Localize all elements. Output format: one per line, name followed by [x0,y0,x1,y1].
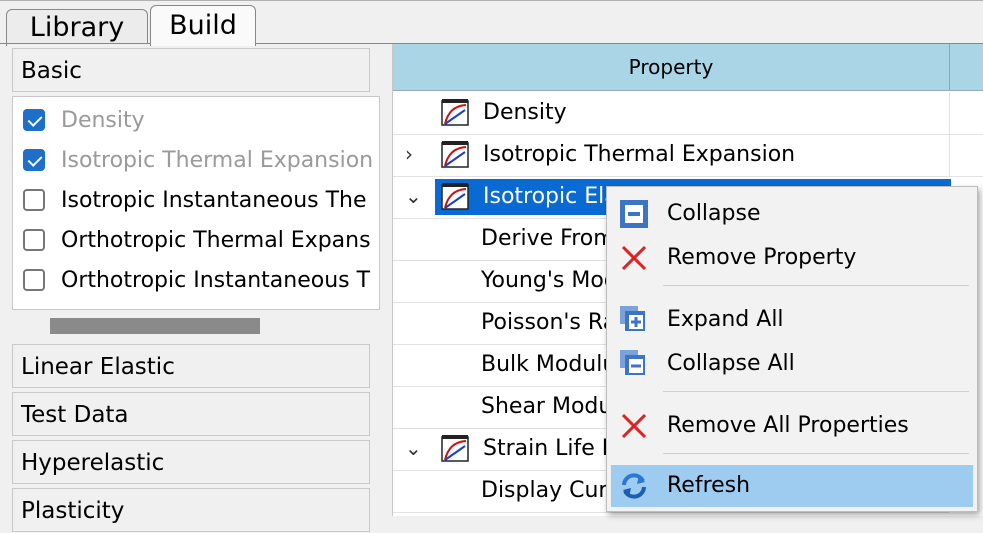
checkbox[interactable] [23,109,45,131]
remove-x-icon [621,245,647,271]
list-item-label: Orthotropic Instantaneous T [61,268,371,293]
category-hyperelastic[interactable]: Hyperelastic [12,440,370,484]
list-item-orthotropic-thermal[interactable]: Orthotropic Thermal Expans [13,221,379,261]
tree-row-label: Young's Mod [481,268,618,293]
tab-library[interactable]: Library [6,9,148,46]
tree-row-label: Bulk Modulu [481,352,617,377]
tree-row-density[interactable]: Density [393,92,949,135]
category-plasticity[interactable]: Plasticity [12,488,370,532]
tab-build[interactable]: Build [150,5,256,46]
menu-item-label: Refresh [667,473,751,498]
menu-item-label: Expand All [667,307,784,332]
menu-item-remove-all-properties[interactable]: Remove All Properties [611,405,973,447]
list-item-label: Density [61,108,145,133]
list-item-label: Orthotropic Thermal Expans [61,228,371,253]
tree-row-label: Poisson's Ra [481,310,617,335]
menu-item-collapse-all[interactable]: Collapse All [611,343,973,385]
expand-all-icon [620,306,645,331]
toolbox-panel: Basic Density Isotropic Thermal Expansio… [8,44,382,532]
menu-item-label: Remove Property [667,245,857,270]
checkbox[interactable] [23,149,45,171]
tree-row-label: Display Curv [481,478,621,503]
category-linear-elastic[interactable]: Linear Elastic [12,344,370,388]
checkbox[interactable] [23,189,45,211]
context-menu: Collapse Remove Property Expand All Coll… [606,186,978,512]
tree-row-label: Isotropic Ela [483,184,618,209]
checkbox[interactable] [23,269,45,291]
property-curve-icon [441,435,469,462]
horizontal-scrollbar-thumb[interactable] [50,318,260,334]
list-item-isotropic-instantaneous[interactable]: Isotropic Instantaneous The [13,181,379,221]
menu-item-remove-property[interactable]: Remove Property [611,237,973,279]
checkbox[interactable] [23,229,45,251]
menu-item-collapse[interactable]: Collapse [611,193,973,235]
menu-separator [663,285,969,286]
menu-separator [663,391,969,392]
collapse-icon [620,200,648,228]
list-item-orthotropic-instantaneous[interactable]: Orthotropic Instantaneous T [13,261,379,301]
menu-item-refresh[interactable]: Refresh [611,465,973,507]
tree-row-label: Density [483,100,567,125]
menu-item-label: Collapse All [667,351,795,376]
tree-row-isotropic-thermal-expansion[interactable]: › Isotropic Thermal Expansion [393,134,949,177]
chevron-right-icon[interactable]: › [405,142,413,166]
basic-property-list: Density Isotropic Thermal Expansion Isot… [12,96,380,310]
tree-cell [949,92,983,135]
menu-item-expand-all[interactable]: Expand All [611,299,973,341]
tree-row-label: Shear Modu [481,394,613,419]
tree-cell [949,134,983,177]
collapse-all-icon [620,350,645,375]
category-basic[interactable]: Basic [12,48,370,92]
list-item-label: Isotropic Instantaneous The [61,188,367,213]
tree-header: Property [393,44,983,91]
category-test-data[interactable]: Test Data [12,392,370,436]
refresh-icon [622,473,646,499]
menu-item-label: Collapse [667,201,761,226]
tree-row-label: Isotropic Thermal Expansion [483,142,796,167]
tab-bar: Library Build [0,0,983,46]
menu-item-label: Remove All Properties [667,413,909,438]
tree-row-label: Derive From [481,226,615,251]
property-curve-icon [441,141,469,168]
list-item-density[interactable]: Density [13,101,379,141]
chevron-down-icon[interactable]: ⌄ [405,436,422,460]
property-curve-icon [441,99,469,126]
column-header-property[interactable]: Property [393,44,950,90]
list-item-isotropic-thermal-expansion[interactable]: Isotropic Thermal Expansion [13,141,379,181]
property-curve-icon [441,183,469,210]
chevron-down-icon[interactable]: ⌄ [405,184,422,208]
menu-separator [663,453,969,454]
tree-row-label: Strain Life P [483,436,616,461]
remove-x-icon [621,413,647,439]
list-item-label: Isotropic Thermal Expansion [61,148,374,173]
